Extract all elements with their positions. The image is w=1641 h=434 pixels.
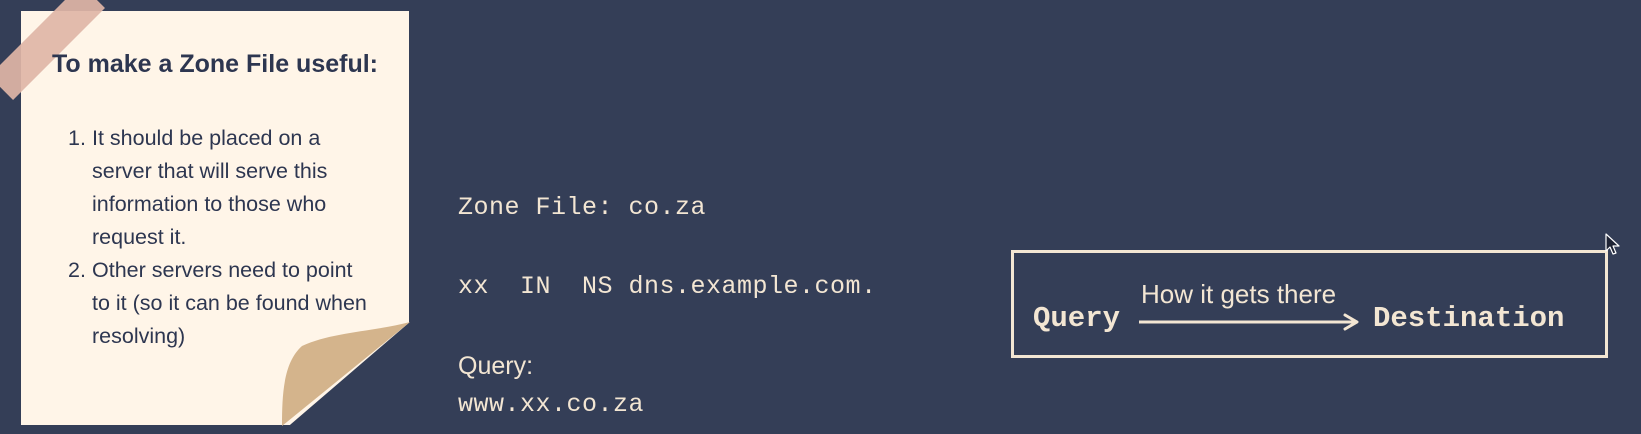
- query-value: www.xx.co.za: [458, 390, 645, 419]
- note-list-item: 2. Other servers need to point to it (so…: [52, 254, 372, 353]
- zone-ns-record: xx IN NS dns.example.com.: [458, 272, 877, 301]
- flow-destination-label: Destination: [1373, 302, 1565, 335]
- note-list-number: 2.: [68, 258, 86, 282]
- note-list-text: Other servers need to point to it (so it…: [92, 258, 367, 348]
- flow-caption: How it gets there: [1141, 279, 1337, 309]
- note-list-item: 1. It should be placed on a server that …: [52, 122, 372, 254]
- arrow-right-icon: [1139, 313, 1359, 331]
- zone-file-title: Zone File: co.za: [458, 193, 707, 222]
- mouse-pointer-icon: [1605, 233, 1620, 255]
- slide-canvas: To make a Zone File useful: 1. It should…: [0, 0, 1641, 434]
- note-title: To make a Zone File useful:: [52, 50, 378, 78]
- flow-source-label: Query: [1033, 302, 1121, 335]
- note-list-number: 1.: [68, 126, 86, 150]
- note-list-text: It should be placed on a server that wil…: [92, 126, 328, 249]
- query-label: Query:: [458, 352, 534, 380]
- note-list: 1. It should be placed on a server that …: [52, 122, 372, 353]
